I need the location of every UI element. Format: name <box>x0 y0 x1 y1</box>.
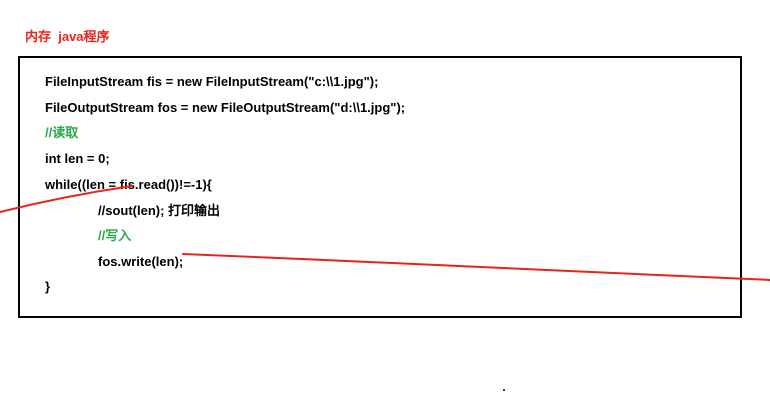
code-comment-read: //读取 <box>45 125 79 140</box>
code-line-fos-write: fos.write(len); <box>98 254 184 269</box>
code-line-file-output-stream: FileOutputStream fos = new FileOutputStr… <box>45 100 406 115</box>
code-block: FileInputStream fis = new FileInputStrea… <box>18 56 742 318</box>
code-line-file-input-stream: FileInputStream fis = new FileInputStrea… <box>45 74 379 89</box>
code-comment-write: //写入 <box>98 228 132 243</box>
stray-dot-mark <box>503 389 505 391</box>
code-line-while-loop: while((len = fis.read())!=-1){ <box>45 177 212 192</box>
code-line-closing-brace: } <box>45 279 51 294</box>
slide-title: 内存 java程序 <box>25 29 110 44</box>
code-line-int-len: int len = 0; <box>45 151 110 166</box>
code-line-sout-comment: //sout(len); 打印输出 <box>98 203 221 218</box>
